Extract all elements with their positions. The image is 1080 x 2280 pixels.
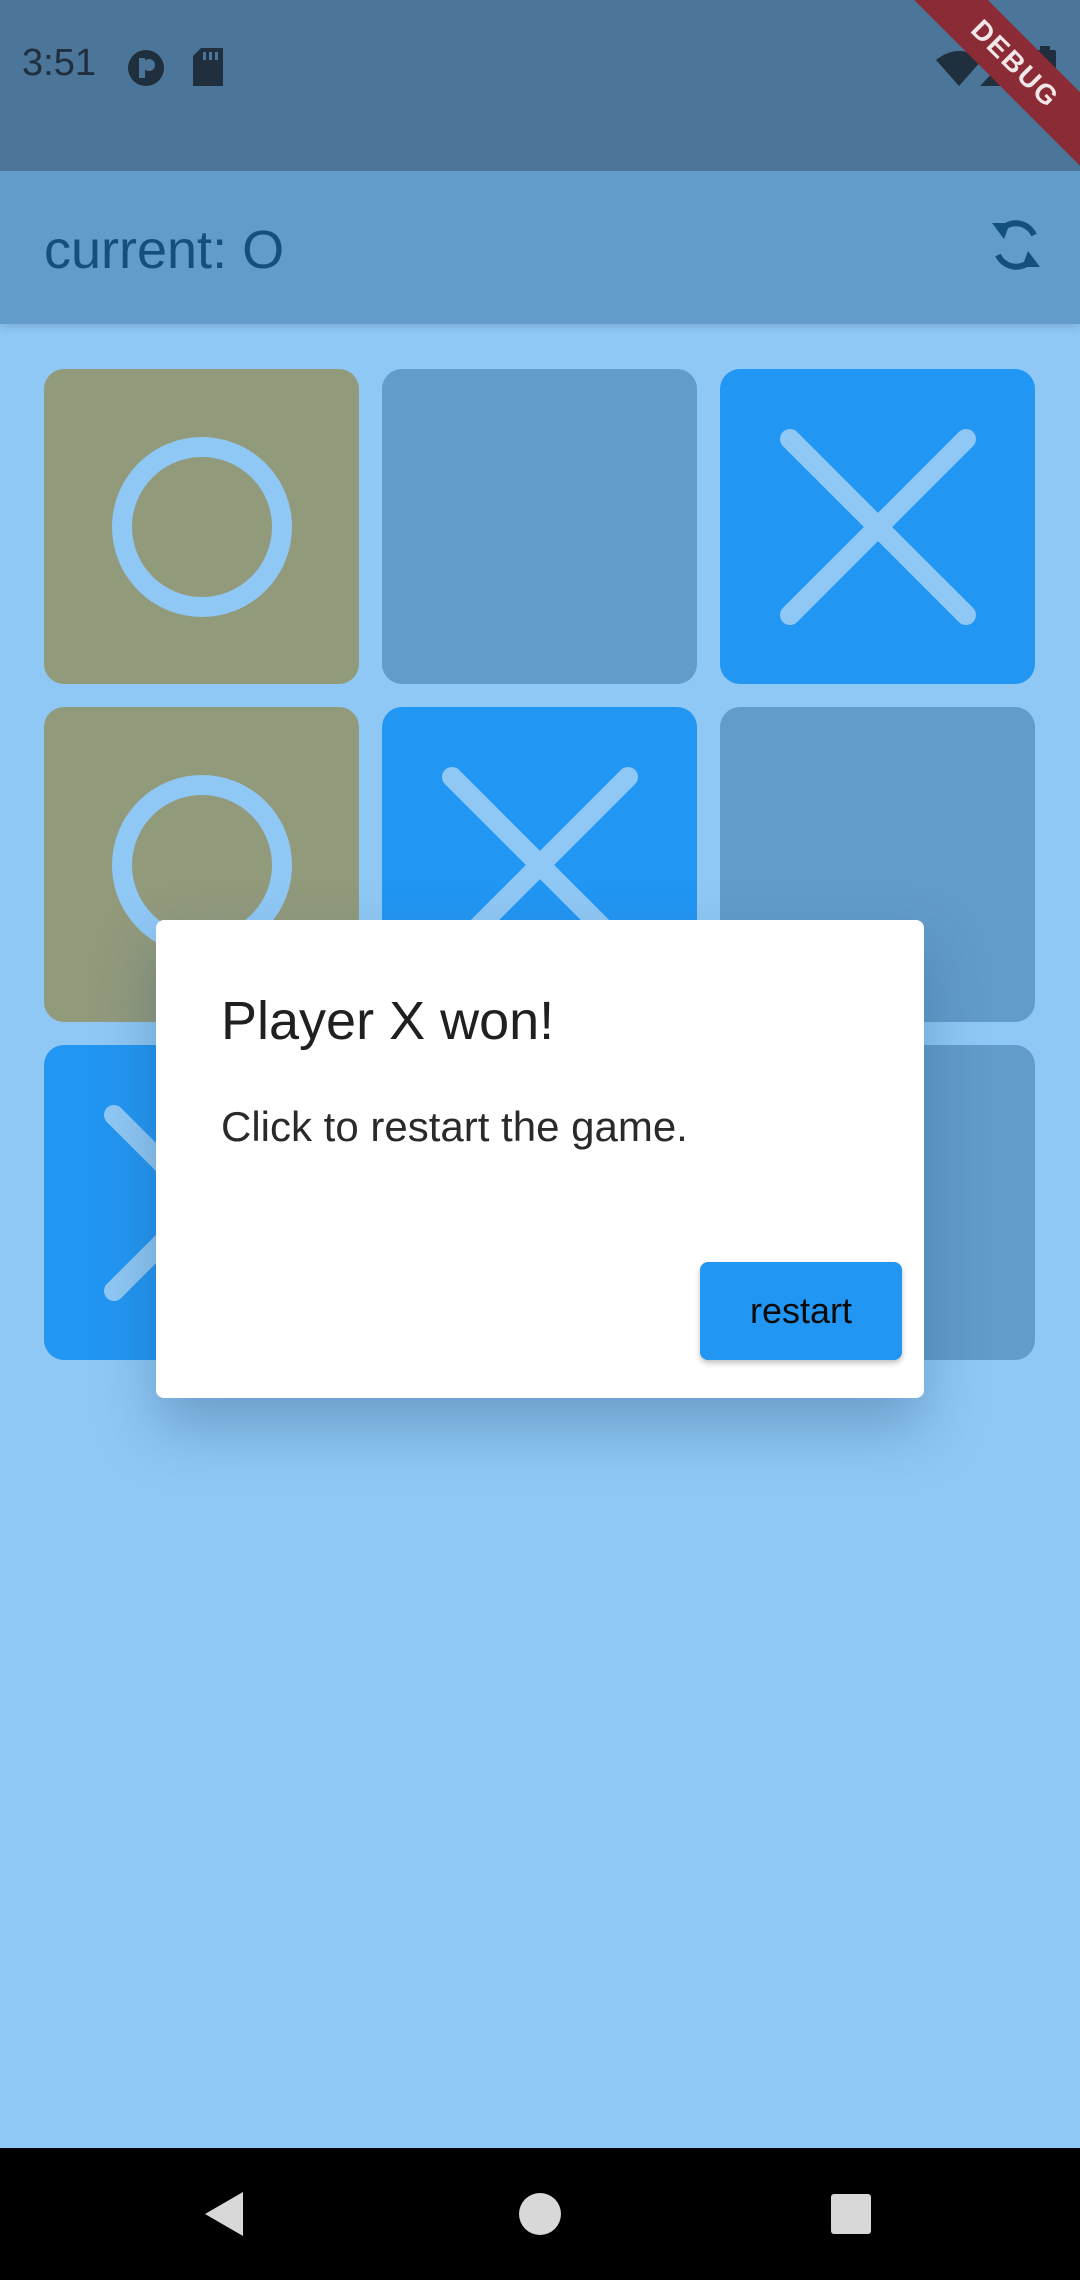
restart-button[interactable]: restart (700, 1262, 902, 1360)
recents-icon[interactable] (829, 2190, 873, 2238)
game-over-dialog: Player X won! Click to restart the game.… (156, 920, 924, 1398)
dialog-title: Player X won! (221, 991, 555, 1051)
dialog-message: Click to restart the game. (221, 1103, 688, 1150)
home-icon[interactable] (518, 2190, 562, 2238)
back-icon[interactable] (203, 2190, 247, 2238)
navigation-bar (0, 2148, 1080, 2280)
